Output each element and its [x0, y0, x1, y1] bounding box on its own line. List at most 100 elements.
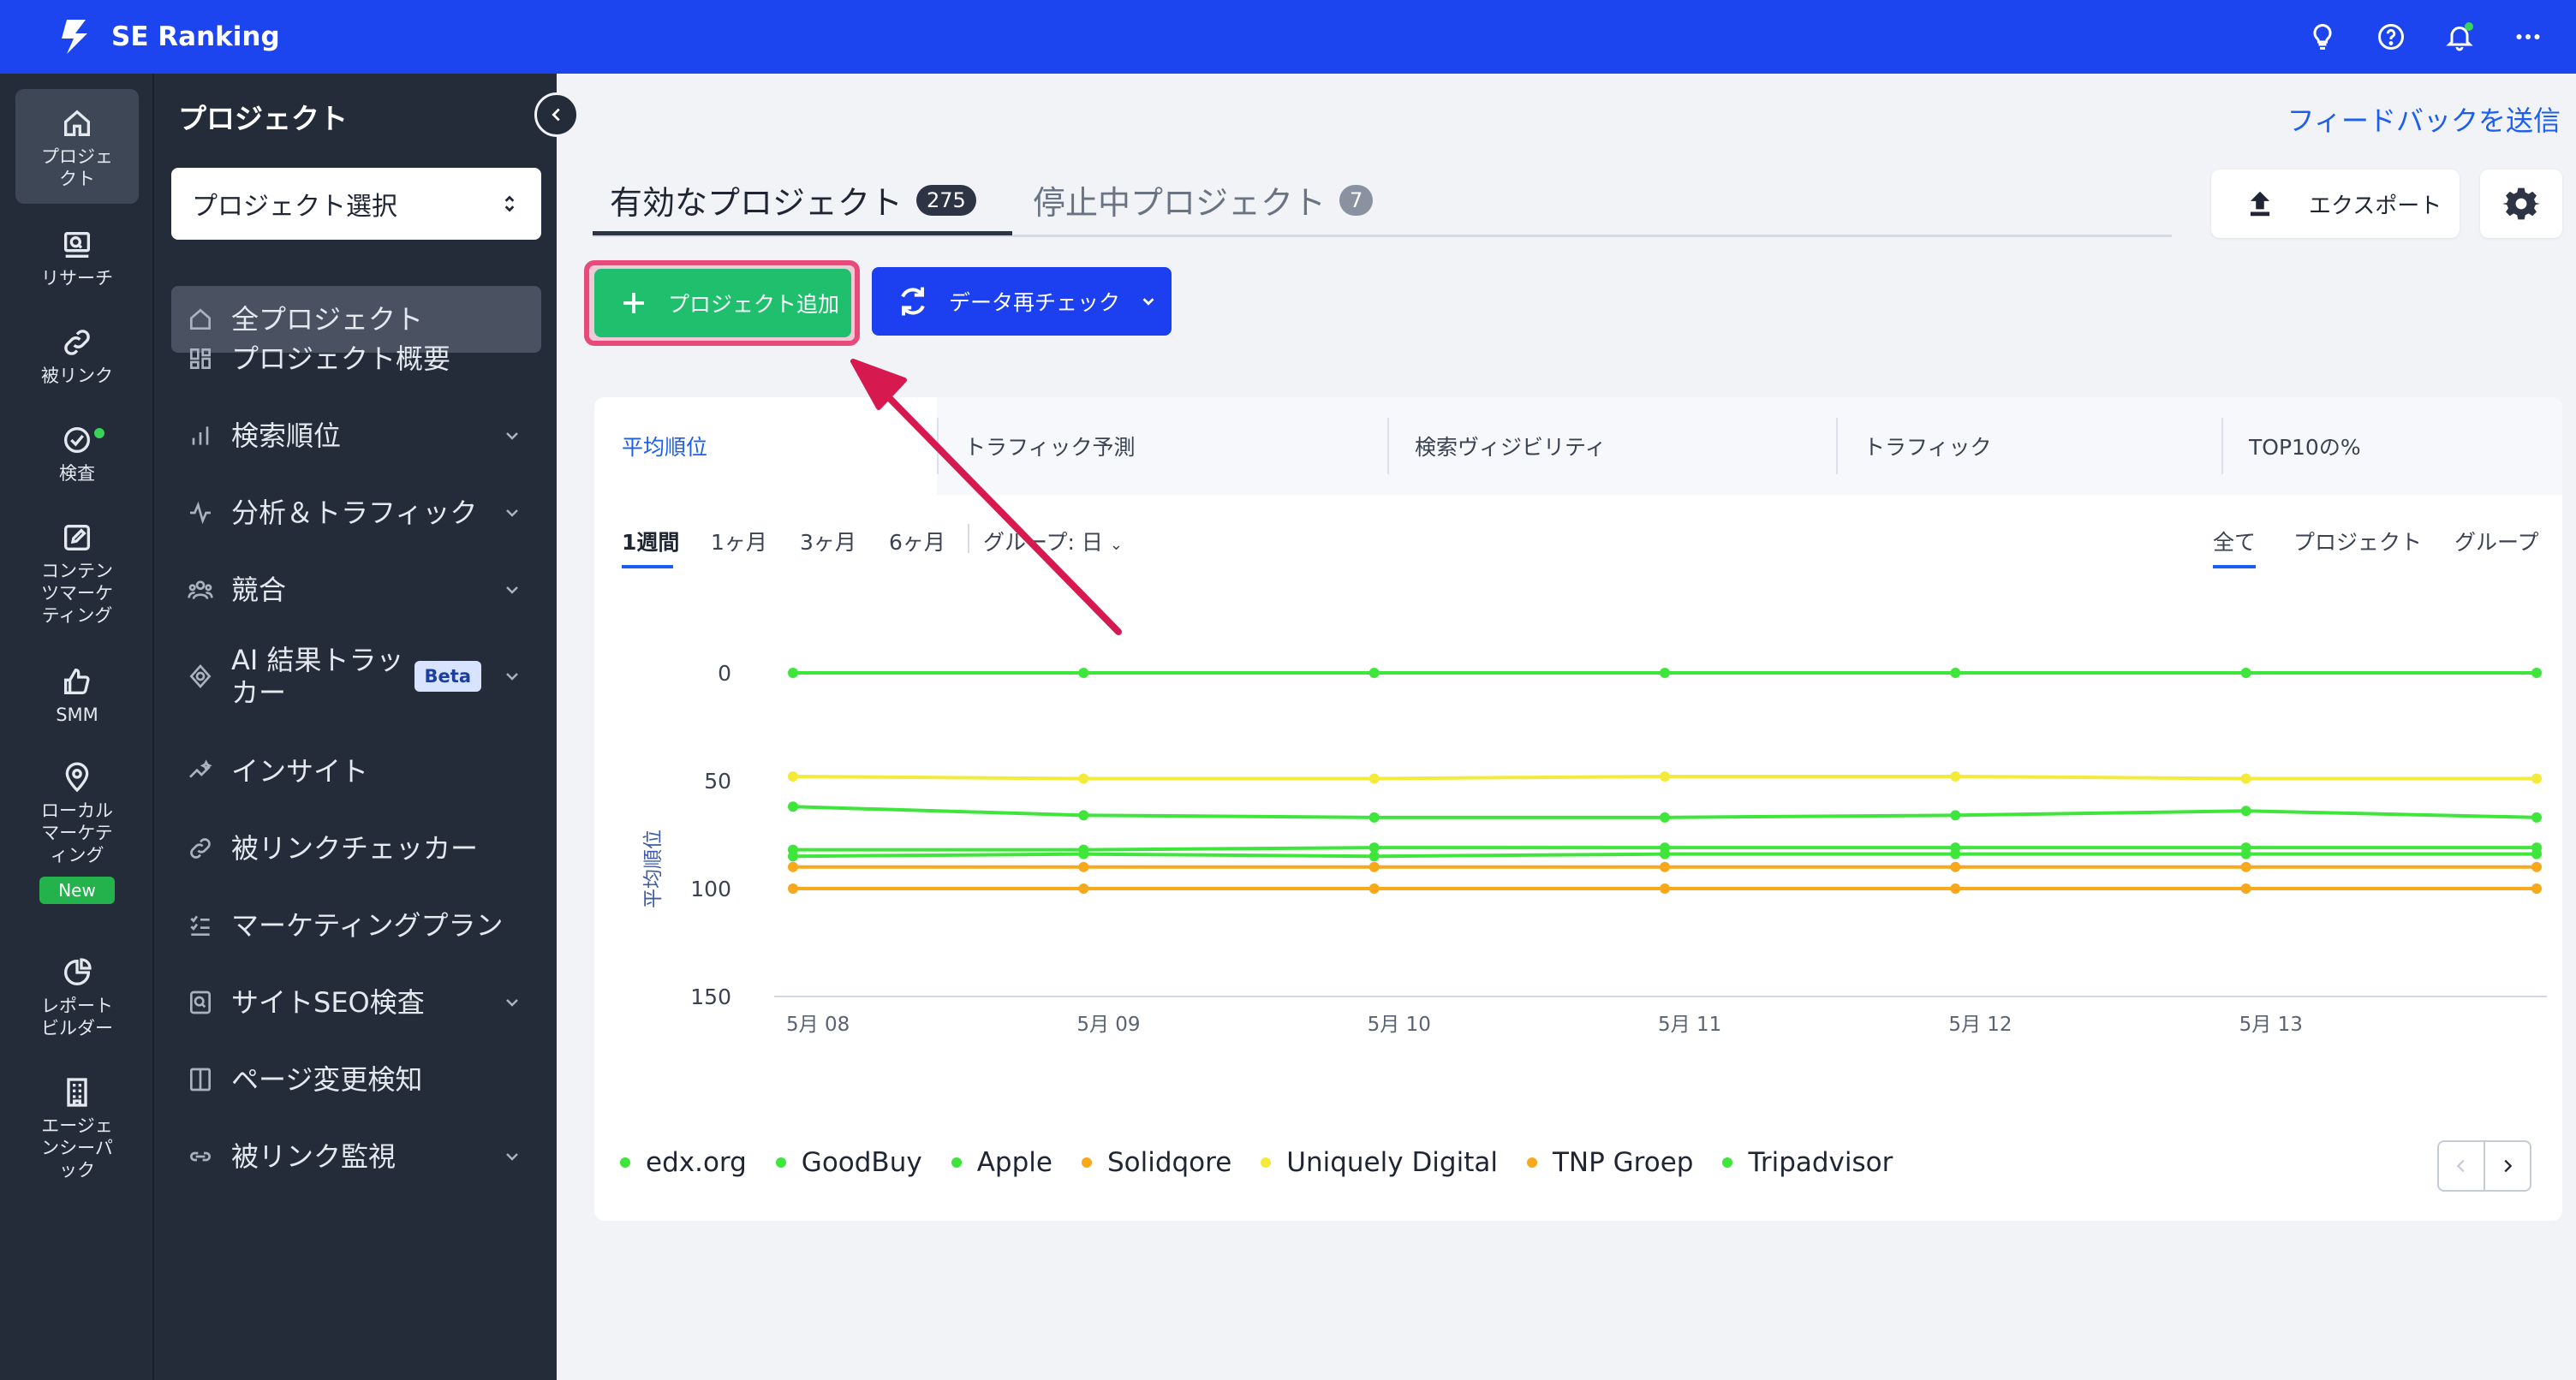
range-tab-1w[interactable]: 1週間: [622, 526, 679, 556]
nav-item-page-changes[interactable]: ページ変更検知: [171, 1046, 541, 1113]
left-rail: プロジェクト リサーチ 被リンク 検査 コンテンツマーケティング SMM ローカ…: [0, 74, 154, 1380]
rail-item-content-marketing[interactable]: コンテンツマーケティング: [15, 520, 139, 627]
recheck-data-button[interactable]: データ再チェック: [872, 267, 1172, 336]
upload-icon: [2250, 191, 2270, 217]
tips-button[interactable]: [2288, 0, 2357, 74]
metric-tab-visibility[interactable]: 検索ヴィジビリティ: [1387, 397, 1836, 495]
tab-paused-projects[interactable]: 停止中プロジェクト 7: [1033, 176, 1374, 223]
data-point: [1660, 861, 1670, 872]
metric-tab-label: 検索ヴィジビリティ: [1415, 435, 1607, 460]
export-button[interactable]: エクスポート: [2211, 170, 2460, 238]
range-tab-1m[interactable]: 1ヶ月: [711, 526, 767, 556]
collapse-sidebar-button[interactable]: [534, 92, 579, 137]
brand-name: SE Ranking: [111, 21, 280, 52]
rail-item-audit[interactable]: 検査: [15, 423, 139, 485]
legend-item[interactable]: TNP Groep: [1526, 1147, 1693, 1178]
link-icon: [190, 838, 211, 859]
y-tick-label: 150: [690, 984, 731, 1009]
data-point: [1368, 668, 1380, 678]
metric-tab-traffic[interactable]: トラフィック: [1836, 397, 2221, 495]
building-icon: [67, 1078, 87, 1107]
x-tick-label: 5月 13: [2239, 1014, 2303, 1036]
range-tab-6m[interactable]: 6ヶ月: [889, 526, 945, 556]
legend-item[interactable]: Solidqore: [1081, 1147, 1231, 1178]
rail-item-local-marketing[interactable]: ローカルマーケティング New: [15, 760, 139, 904]
more-button[interactable]: [2494, 0, 2562, 74]
legend-item[interactable]: edx.org: [620, 1147, 747, 1178]
settings-button[interactable]: [2480, 170, 2562, 238]
nav-item-rankings[interactable]: 検索順位: [171, 402, 541, 469]
help-button[interactable]: [2357, 0, 2425, 74]
rail-label: レポートビルダー: [41, 996, 113, 1038]
nav-item-project-overview[interactable]: プロジェクト概要: [171, 325, 541, 392]
tab-active-projects[interactable]: 有効なプロジェクト 275: [610, 176, 976, 223]
lightning-logo-icon: [62, 20, 87, 54]
project-select[interactable]: プロジェクト選択: [171, 168, 541, 240]
nav-item-backlink-monitor[interactable]: 被リンク監視: [171, 1123, 541, 1190]
nav-item-marketing-plan[interactable]: マーケティングプラン: [171, 892, 541, 959]
top-icons: [2288, 0, 2562, 74]
filter-tab-projects[interactable]: プロジェクト: [2293, 526, 2422, 556]
top-bar: SE Ranking: [0, 0, 2576, 74]
legend-dot: [620, 1157, 630, 1168]
users-icon: [188, 580, 213, 600]
data-point: [1078, 773, 1089, 784]
rail-item-agency-pack[interactable]: エージェンシーパック: [15, 1075, 139, 1181]
data-point: [2240, 883, 2251, 894]
metric-tab-avg-position[interactable]: 平均順位: [594, 397, 937, 495]
metric-tab-top10[interactable]: TOP10の%: [2221, 397, 2562, 495]
rail-label: 被リンク: [41, 366, 113, 386]
help-icon: [2378, 24, 2404, 50]
main-content: フィードバックを送信 有効なプロジェクト 275 停止中プロジェクト 7 エクス…: [557, 74, 2576, 1380]
rail-item-smm[interactable]: SMM: [15, 664, 139, 726]
legend-next-button[interactable]: [2485, 1142, 2530, 1190]
notifications-button[interactable]: [2425, 0, 2494, 74]
nav-label: サイトSEO検査: [231, 986, 425, 1019]
filter-tab-groups[interactable]: グループ: [2454, 526, 2539, 556]
recheck-label: データ再チェック: [949, 290, 1121, 315]
chevron-left-icon: [552, 108, 560, 122]
legend-dot: [1081, 1157, 1092, 1168]
nav-item-site-audit[interactable]: サイトSEO検査: [171, 969, 541, 1036]
range-separator: [968, 524, 969, 553]
x-tick-label: 5月 09: [1076, 1014, 1140, 1036]
home-icon: [64, 110, 90, 136]
ai-tracker-icon: [189, 663, 212, 689]
range-tab-3m[interactable]: 3ヶ月: [800, 526, 856, 556]
data-point: [2531, 668, 2542, 678]
brand-logo[interactable]: SE Ranking: [57, 16, 280, 57]
chevron-left-icon: [2456, 1159, 2465, 1173]
nav-item-ai-tracker[interactable]: AI 結果トラッカー Beta: [171, 633, 541, 719]
legend-item[interactable]: Apple: [951, 1147, 1052, 1178]
add-project-button[interactable]: プロジェクト追加: [594, 269, 851, 337]
rail-item-backlinks[interactable]: 被リンク: [15, 325, 139, 387]
legend-item[interactable]: Uniquely Digital: [1261, 1147, 1498, 1178]
data-point: [1368, 861, 1380, 872]
rail-item-report-builder[interactable]: レポートビルダー: [15, 955, 139, 1039]
y-tick-label: 100: [690, 877, 731, 901]
legend-label: GoodBuy: [801, 1147, 922, 1178]
group-by-dropdown[interactable]: グループ: 日 ⌄: [983, 526, 1123, 556]
legend-prev-button[interactable]: [2439, 1142, 2485, 1190]
data-point: [788, 770, 798, 782]
nav-item-insights[interactable]: インサイト: [171, 738, 541, 805]
rail-label: プロジェクト: [41, 146, 113, 189]
legend-item[interactable]: Tripadvisor: [1722, 1147, 1893, 1178]
nav-item-backlink-checker[interactable]: 被リンクチェッカー: [171, 815, 541, 882]
data-point: [1950, 810, 1961, 821]
new-badge: New: [39, 877, 115, 904]
feedback-link[interactable]: フィードバックを送信: [2287, 99, 2561, 139]
nav-item-competitors[interactable]: 競合: [171, 556, 541, 623]
chevron-down-icon: [1142, 298, 1154, 306]
rail-item-projects[interactable]: プロジェクト: [15, 89, 139, 204]
nav-item-analytics-traffic[interactable]: 分析＆トラフィック: [171, 479, 541, 546]
rail-item-research[interactable]: リサーチ: [15, 228, 139, 289]
chevron-updown-icon: [504, 195, 515, 212]
data-point: [1660, 770, 1670, 782]
data-point: [788, 801, 798, 812]
legend-label: Tripadvisor: [1748, 1147, 1893, 1178]
legend-item[interactable]: GoodBuy: [775, 1147, 922, 1178]
rail-label: リサーチ: [41, 268, 113, 288]
filter-tab-all[interactable]: 全て: [2213, 526, 2256, 556]
metric-tab-traffic-forecast[interactable]: トラフィック予測: [937, 397, 1387, 495]
